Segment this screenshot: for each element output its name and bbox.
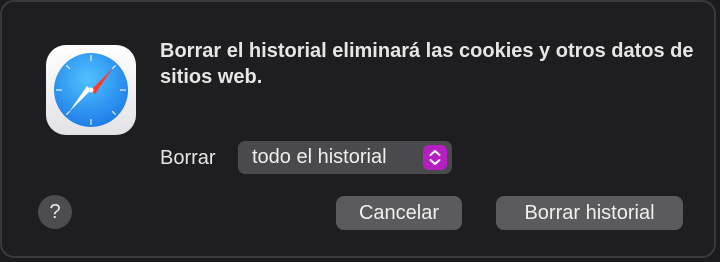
clear-range-value: todo el historial [252,146,387,168]
dialog-message: Borrar el historial eliminará las cookie… [160,40,694,88]
cancel-button[interactable]: Cancelar [336,196,462,230]
clear-history-button[interactable]: Borrar historial [496,196,683,230]
chevron-up-down-icon [423,145,447,170]
clear-history-dialog: Borrar el historial eliminará las cookie… [0,0,716,258]
clear-range-label: Borrar [160,147,216,169]
safari-compass-icon [46,45,136,135]
help-button[interactable]: ? [38,195,72,229]
clear-range-select[interactable]: todo el historial [238,141,452,174]
